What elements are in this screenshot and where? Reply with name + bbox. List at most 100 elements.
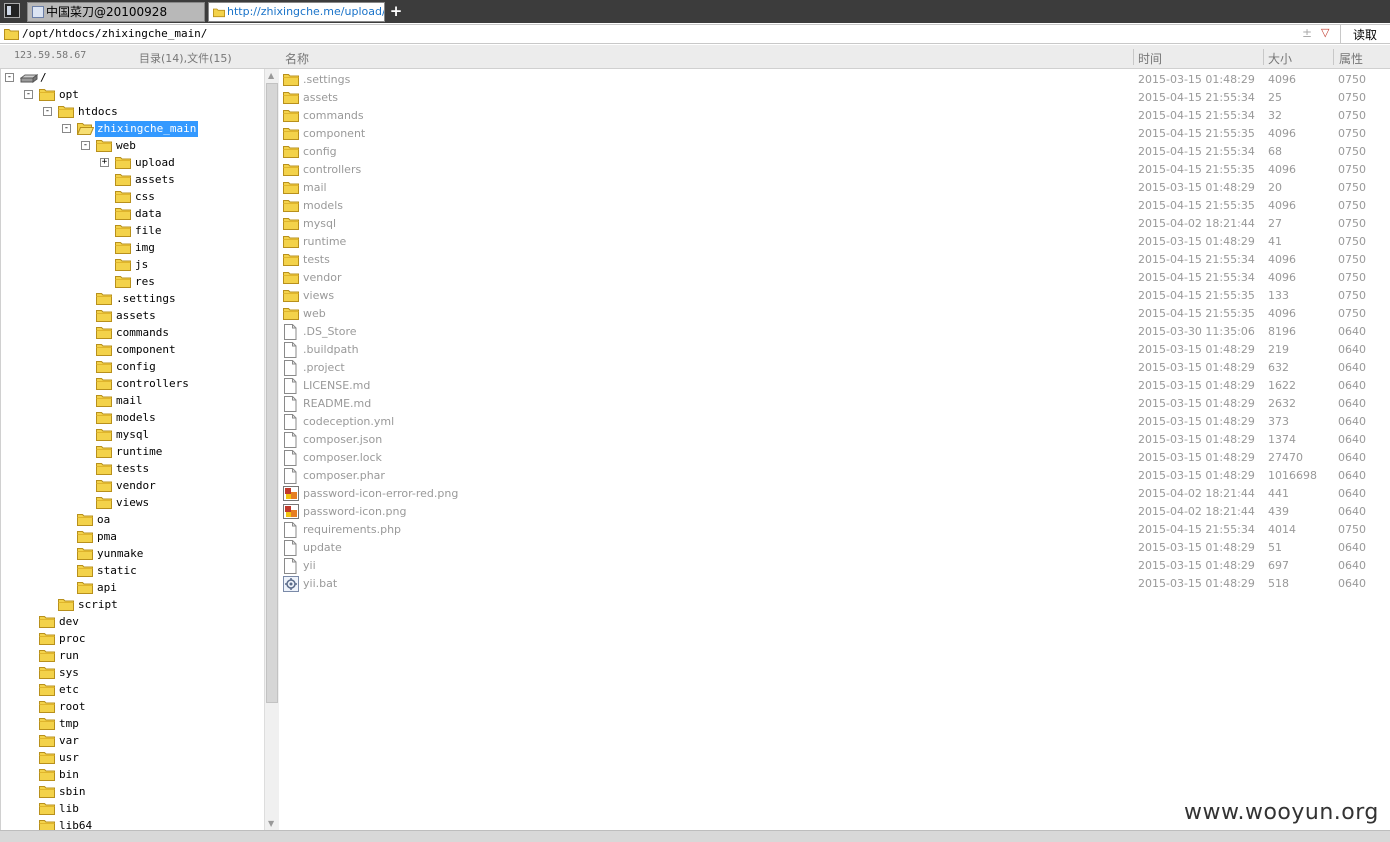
collapse-icon[interactable]: -	[5, 73, 14, 82]
file-row[interactable]: composer.phar 2015-03-15 01:48:29 1016698 0…	[279, 467, 1390, 485]
tree-node[interactable]: mysql	[1, 427, 261, 444]
dropdown-button[interactable]: ▽	[1321, 26, 1329, 39]
file-row[interactable]: mysql 2015-04-02 18:21:44 27 0750	[279, 215, 1390, 233]
tree-node[interactable]: assets	[1, 172, 261, 189]
file-row[interactable]: models 2015-04-15 21:55:35 4096 0750	[279, 197, 1390, 215]
file-row[interactable]: README.md 2015-03-15 01:48:29 2632 0640	[279, 395, 1390, 413]
collapse-icon[interactable]: -	[81, 141, 90, 150]
tree-node[interactable]: - zhixingche_main	[1, 121, 261, 138]
file-row[interactable]: runtime 2015-03-15 01:48:29 41 0750	[279, 233, 1390, 251]
tree-node[interactable]: models	[1, 410, 261, 427]
file-row[interactable]: config 2015-04-15 21:55:34 68 0750	[279, 143, 1390, 161]
file-row[interactable]: password-icon-error-red.png 2015-04-02 18…	[279, 485, 1390, 503]
file-row[interactable]: .DS_Store 2015-03-30 11:35:06 8196 0640	[279, 323, 1390, 341]
app-icon[interactable]	[4, 3, 20, 18]
file-row[interactable]: .project 2015-03-15 01:48:29 632 0640	[279, 359, 1390, 377]
tree-node[interactable]: config	[1, 359, 261, 376]
file-row[interactable]: composer.json 2015-03-15 01:48:29 1374 0640	[279, 431, 1390, 449]
read-button[interactable]: 读取	[1353, 26, 1377, 43]
file-size: 41	[1268, 235, 1282, 248]
collapse-icon[interactable]: -	[43, 107, 52, 116]
file-row[interactable]: update 2015-03-15 01:48:29 51 0640	[279, 539, 1390, 557]
tree-node[interactable]: etc	[1, 682, 261, 699]
plus-minus-button[interactable]: ±	[1302, 26, 1312, 40]
column-size[interactable]: 大小	[1268, 50, 1292, 67]
tree-node[interactable]: controllers	[1, 376, 261, 393]
file-row[interactable]: assets 2015-04-15 21:55:34 25 0750	[279, 89, 1390, 107]
tree-node[interactable]: .settings	[1, 291, 261, 308]
tree-node[interactable]: - opt	[1, 87, 261, 104]
file-row[interactable]: tests 2015-04-15 21:55:34 4096 0750	[279, 251, 1390, 269]
tree-node[interactable]: css	[1, 189, 261, 206]
column-name[interactable]: 名称	[285, 50, 309, 67]
file-size: 2632	[1268, 397, 1296, 410]
tree-node[interactable]: script	[1, 597, 261, 614]
tree-node[interactable]: commands	[1, 325, 261, 342]
file-row[interactable]: requirements.php 2015-04-15 21:55:34 4014 0…	[279, 521, 1390, 539]
tree-node[interactable]: assets	[1, 308, 261, 325]
file-row[interactable]: LICENSE.md 2015-03-15 01:48:29 1622 0640	[279, 377, 1390, 395]
tree-node[interactable]: lib64	[1, 818, 261, 830]
tree-node[interactable]: root	[1, 699, 261, 716]
file-row[interactable]: views 2015-04-15 21:55:35 133 0750	[279, 287, 1390, 305]
file-row[interactable]: component 2015-04-15 21:55:35 4096 0750	[279, 125, 1390, 143]
tree-node[interactable]: - web	[1, 138, 261, 155]
tree-node[interactable]: + upload	[1, 155, 261, 172]
file-row[interactable]: yii.bat 2015-03-15 01:48:29 518 0640	[279, 575, 1390, 593]
tree-node[interactable]: vendor	[1, 478, 261, 495]
tree-node[interactable]: lib	[1, 801, 261, 818]
file-row[interactable]: controllers 2015-04-15 21:55:35 4096 0750	[279, 161, 1390, 179]
collapse-icon[interactable]: -	[62, 124, 71, 133]
tree-node[interactable]: - htdocs	[1, 104, 261, 121]
file-row[interactable]: commands 2015-04-15 21:55:34 32 0750	[279, 107, 1390, 125]
tree-node[interactable]: sbin	[1, 784, 261, 801]
tree-node[interactable]: yunmake	[1, 546, 261, 563]
file-row[interactable]: mail 2015-03-15 01:48:29 20 0750	[279, 179, 1390, 197]
tree-node[interactable]: bin	[1, 767, 261, 784]
file-row[interactable]: web 2015-04-15 21:55:35 4096 0750	[279, 305, 1390, 323]
tree-node[interactable]: runtime	[1, 444, 261, 461]
tree-node[interactable]: component	[1, 342, 261, 359]
scrollbar-thumb[interactable]	[266, 83, 278, 703]
expand-icon[interactable]: +	[100, 158, 109, 167]
tab-caidao[interactable]: 中国菜刀@20100928	[27, 2, 205, 22]
path-input[interactable]: /opt/htdocs/zhixingche_main/	[22, 26, 207, 42]
tree-node[interactable]: tests	[1, 461, 261, 478]
file-row[interactable]: .buildpath 2015-03-15 01:48:29 219 0640	[279, 341, 1390, 359]
column-attr[interactable]: 属性	[1339, 50, 1363, 67]
tab-remote-site[interactable]: http://zhixingche.me/upload/i...	[208, 2, 385, 22]
tree-node[interactable]: - /	[1, 70, 261, 87]
tree-node[interactable]: proc	[1, 631, 261, 648]
tree-node[interactable]: oa	[1, 512, 261, 529]
tree-node[interactable]: mail	[1, 393, 261, 410]
tree-node[interactable]: res	[1, 274, 261, 291]
collapse-icon[interactable]: -	[24, 90, 33, 99]
tree-node[interactable]: sys	[1, 665, 261, 682]
tree-node[interactable]: js	[1, 257, 261, 274]
file-row[interactable]: yii 2015-03-15 01:48:29 697 0640	[279, 557, 1390, 575]
tree-node[interactable]: tmp	[1, 716, 261, 733]
column-time[interactable]: 时间	[1138, 50, 1162, 67]
tree-node[interactable]: dev	[1, 614, 261, 631]
file-row[interactable]: composer.lock 2015-03-15 01:48:29 27470 064…	[279, 449, 1390, 467]
tree-node[interactable]: views	[1, 495, 261, 512]
file-time: 2015-04-02 18:21:44	[1138, 217, 1255, 230]
tree-node[interactable]: pma	[1, 529, 261, 546]
tree-node[interactable]: img	[1, 240, 261, 257]
file-row[interactable]: vendor 2015-04-15 21:55:34 4096 0750	[279, 269, 1390, 287]
file-row[interactable]: .settings 2015-03-15 01:48:29 4096 0750	[279, 71, 1390, 89]
file-row[interactable]: password-icon.png 2015-04-02 18:21:44 439 0…	[279, 503, 1390, 521]
tree-node[interactable]: usr	[1, 750, 261, 767]
file-row[interactable]: codeception.yml 2015-03-15 01:48:29 373 064…	[279, 413, 1390, 431]
folder-icon	[39, 632, 55, 648]
scroll-up-icon[interactable]: ▲	[268, 71, 274, 80]
tree-node[interactable]: static	[1, 563, 261, 580]
scroll-down-icon[interactable]: ▼	[268, 819, 274, 828]
tree-node[interactable]: api	[1, 580, 261, 597]
tree-scrollbar[interactable]: ▲ ▼	[264, 69, 279, 830]
tree-node[interactable]: file	[1, 223, 261, 240]
tree-node[interactable]: var	[1, 733, 261, 750]
tree-node[interactable]: data	[1, 206, 261, 223]
new-tab-button[interactable]: +	[388, 2, 404, 20]
tree-node[interactable]: run	[1, 648, 261, 665]
